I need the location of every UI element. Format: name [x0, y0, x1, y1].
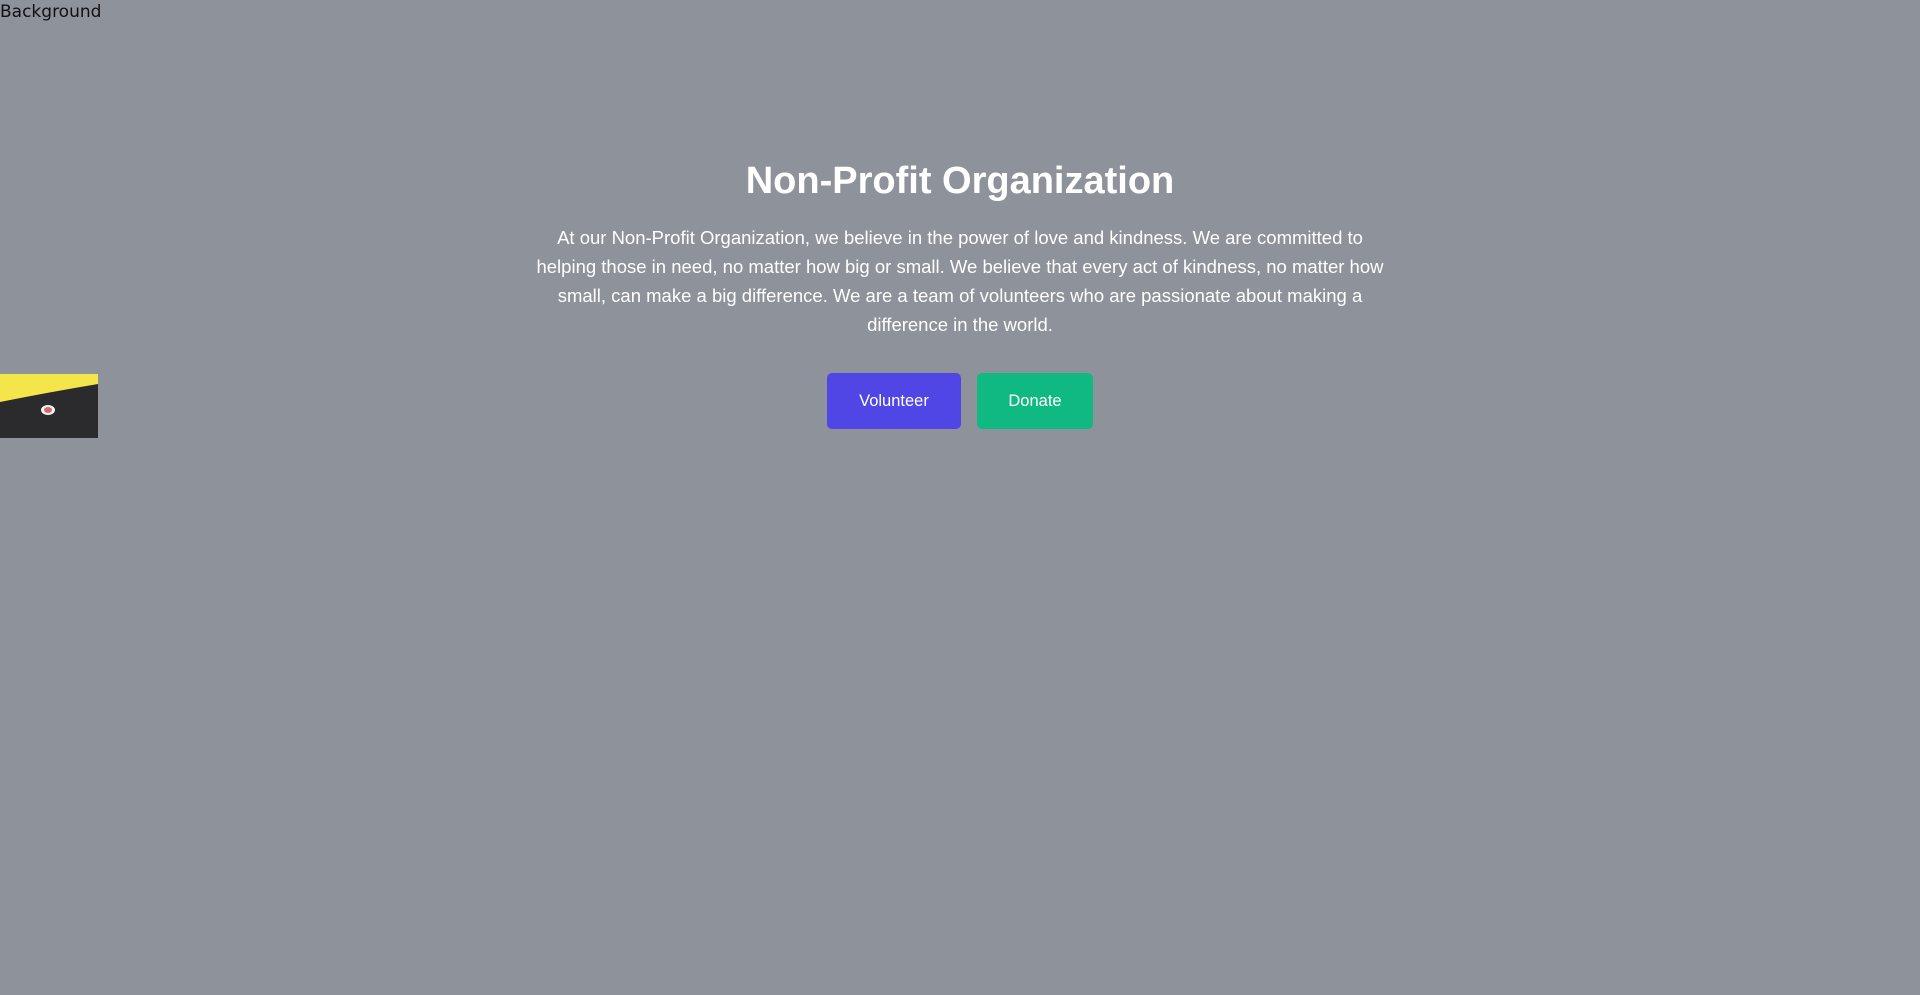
- background-image-alt-text: Background: [0, 2, 102, 22]
- page-title: Non-Profit Organization: [745, 160, 1175, 202]
- action-buttons: Volunteer Donate: [0, 373, 1920, 429]
- donate-button[interactable]: Donate: [977, 373, 1093, 429]
- hero-description: At our Non-Profit Organization, we belie…: [536, 227, 1384, 335]
- volunteer-button[interactable]: Volunteer: [827, 373, 961, 429]
- hero-section: Non-Profit Organization At our Non-Profi…: [0, 157, 1920, 429]
